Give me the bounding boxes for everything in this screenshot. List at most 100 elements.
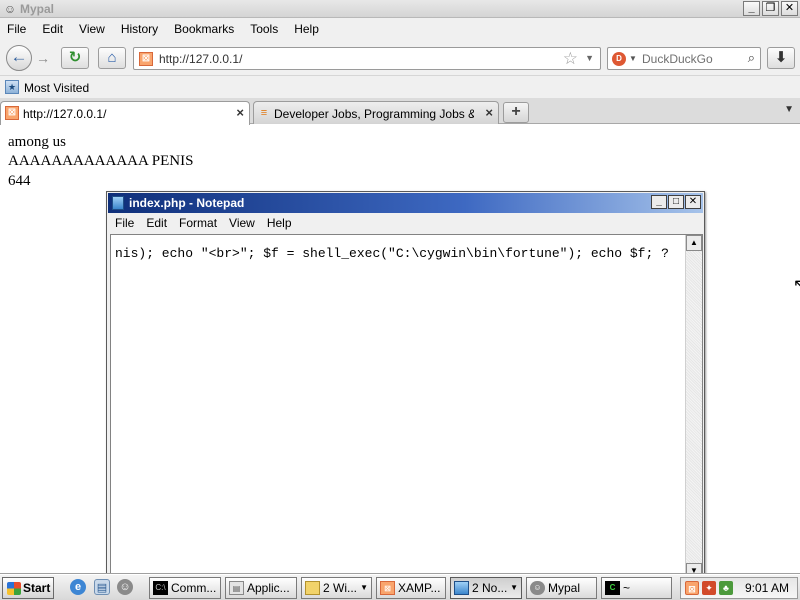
xampp-icon: ⊠ — [380, 581, 395, 595]
notepad-menu-help[interactable]: Help — [261, 216, 298, 230]
file-explorer-icon[interactable]: ▤ — [94, 579, 110, 595]
url-text[interactable]: http://127.0.0.1/ — [159, 52, 242, 66]
terminal-icon: C — [605, 581, 620, 595]
notepad-icon — [112, 196, 124, 210]
forward-button[interactable]: → — [34, 50, 52, 66]
menu-tools[interactable]: Tools — [242, 22, 286, 36]
forward-arrow-icon: → — [36, 50, 50, 66]
taskbar: Start e ▤ ☺ C:\ Comm... ▤ Applic... 2 Wi… — [0, 574, 800, 600]
mypal-raccoon-icon: ☺ — [3, 2, 17, 16]
notepad-title: index.php - Notepad — [129, 196, 245, 210]
notepad-vertical-scrollbar[interactable]: ▲ ▼ — [685, 235, 702, 579]
home-icon: ⌂ — [107, 49, 117, 66]
reload-button[interactable]: ↻ — [61, 47, 89, 69]
task-label: Comm... — [171, 581, 217, 595]
close-button[interactable]: ✕ — [781, 1, 798, 16]
task-label: Mypal — [548, 581, 581, 595]
menu-edit[interactable]: Edit — [34, 22, 71, 36]
taskbar-notepad-group[interactable]: 2 No... ▼ — [450, 577, 522, 599]
search-engine-dropdown-icon[interactable]: ▼ — [629, 54, 637, 63]
notepad-window-controls: _ □ ✕ — [651, 195, 701, 209]
downloads-button[interactable]: ⬇ — [767, 47, 795, 69]
task-label: Applic... — [247, 581, 290, 595]
start-label: Start — [23, 581, 51, 595]
tab-close-icon[interactable]: × — [236, 105, 244, 120]
reload-icon: ↻ — [68, 49, 82, 66]
command-prompt-icon: C:\ — [153, 581, 168, 595]
taskbar-command-prompt[interactable]: C:\ Comm... — [149, 577, 221, 599]
notepad-maximize-button[interactable]: □ — [668, 195, 684, 209]
windows-logo-icon — [7, 582, 21, 595]
taskbar-explorer-group[interactable]: 2 Wi... ▼ — [301, 577, 372, 599]
notepad-text[interactable]: nis); echo "<br>"; $f = shell_exec("C:\c… — [115, 246, 683, 261]
menu-bookmarks[interactable]: Bookmarks — [166, 22, 242, 36]
mouse-cursor-icon: ↖ — [793, 277, 800, 294]
home-button[interactable]: ⌂ — [98, 47, 126, 69]
tab-close-icon[interactable]: × — [485, 105, 493, 120]
url-dropdown-icon[interactable]: ▼ — [585, 53, 594, 63]
menu-history[interactable]: History — [113, 22, 166, 36]
applications-icon: ▤ — [229, 581, 244, 595]
notepad-menu-edit[interactable]: Edit — [140, 216, 173, 230]
scroll-up-icon[interactable]: ▲ — [686, 235, 702, 251]
bookmark-star-icon[interactable]: ☆ — [563, 49, 578, 69]
duckduckgo-icon[interactable]: D — [612, 52, 626, 66]
notepad-title-bar[interactable]: index.php - Notepad _ □ ✕ — [108, 193, 703, 213]
tab-strip: ⊠ http://127.0.0.1/ × ≡ Developer Jobs, … — [0, 98, 800, 125]
url-bar[interactable]: ⊠ http://127.0.0.1/ ☆ ▼ — [133, 47, 601, 70]
notepad-text-area[interactable]: nis); echo "<br>"; $f = shell_exec("C:\c… — [110, 234, 703, 580]
menu-file[interactable]: File — [0, 22, 34, 36]
back-arrow-icon: ← — [10, 47, 28, 66]
task-label: 2 Wi... — [323, 581, 358, 595]
task-label: XAMP... — [398, 581, 441, 595]
mypal-icon: ☺ — [530, 581, 545, 595]
tray-app-icon[interactable]: ♣ — [719, 581, 733, 595]
notepad-menubar: File Edit Format View Help — [108, 213, 703, 233]
restore-button[interactable]: ❐ — [762, 1, 779, 16]
folder-icon — [305, 581, 320, 595]
system-tray: ⊠ ✦ ♣ 9:01 AM — [680, 577, 798, 599]
tab-developer-jobs[interactable]: ≡ Developer Jobs, Programming Jobs & Mo.… — [253, 101, 499, 124]
xampp-tray-icon[interactable]: ⊠ — [685, 581, 699, 595]
download-icon: ⬇ — [774, 49, 788, 66]
internet-explorer-icon[interactable]: e — [70, 579, 86, 595]
taskbar-terminal[interactable]: C ~ — [601, 577, 672, 599]
notepad-menu-format[interactable]: Format — [173, 216, 223, 230]
notepad-menu-file[interactable]: File — [108, 216, 140, 230]
bookmarks-toolbar: ★ Most Visited — [0, 76, 800, 98]
stackoverflow-icon: ≡ — [260, 107, 268, 119]
notepad-minimize-button[interactable]: _ — [651, 195, 667, 209]
taskbar-applications[interactable]: ▤ Applic... — [225, 577, 297, 599]
back-button[interactable]: ← — [6, 45, 32, 71]
notepad-menu-view[interactable]: View — [223, 216, 261, 230]
taskbar-xampp[interactable]: ⊠ XAMP... — [376, 577, 446, 599]
window-title: Mypal — [20, 2, 55, 16]
tab-label: Developer Jobs, Programming Jobs & Mo... — [274, 107, 474, 121]
navigation-toolbar: ← → ↻ ⌂ ⊠ http://127.0.0.1/ ☆ ▼ D ▼ Duck… — [0, 40, 800, 76]
menu-view[interactable]: View — [71, 22, 113, 36]
taskbar-mypal[interactable]: ☺ Mypal — [526, 577, 597, 599]
task-label: ~ — [623, 581, 631, 595]
new-tab-button[interactable]: + — [503, 102, 529, 123]
start-button[interactable]: Start — [2, 577, 54, 599]
group-arrow-icon: ▼ — [510, 583, 518, 592]
tray-app-icon[interactable]: ✦ — [702, 581, 716, 595]
tab-list-icon[interactable]: ▼ — [784, 104, 794, 115]
menu-help[interactable]: Help — [286, 22, 327, 36]
group-arrow-icon: ▼ — [360, 583, 368, 592]
notepad-window[interactable]: index.php - Notepad _ □ ✕ File Edit Form… — [106, 191, 705, 582]
clock[interactable]: 9:01 AM — [745, 581, 789, 595]
content-line-1: among us — [8, 134, 66, 150]
mypal-quicklaunch-icon[interactable]: ☺ — [117, 579, 133, 595]
tab-localhost[interactable]: ⊠ http://127.0.0.1/ × — [0, 101, 250, 125]
search-bar[interactable]: D ▼ DuckDuckGo ⌕ — [607, 47, 761, 70]
search-icon[interactable]: ⌕ — [748, 50, 755, 66]
search-input[interactable]: DuckDuckGo — [642, 52, 713, 66]
xampp-site-icon: ⊠ — [139, 52, 153, 66]
notepad-close-button[interactable]: ✕ — [685, 195, 701, 209]
bookmark-most-visited[interactable]: Most Visited — [24, 81, 89, 95]
browser-menubar: File Edit View History Bookmarks Tools H… — [0, 18, 800, 40]
notepad-task-icon — [454, 581, 469, 595]
minimize-button[interactable]: _ — [743, 1, 760, 16]
task-label: 2 No... — [472, 581, 508, 595]
